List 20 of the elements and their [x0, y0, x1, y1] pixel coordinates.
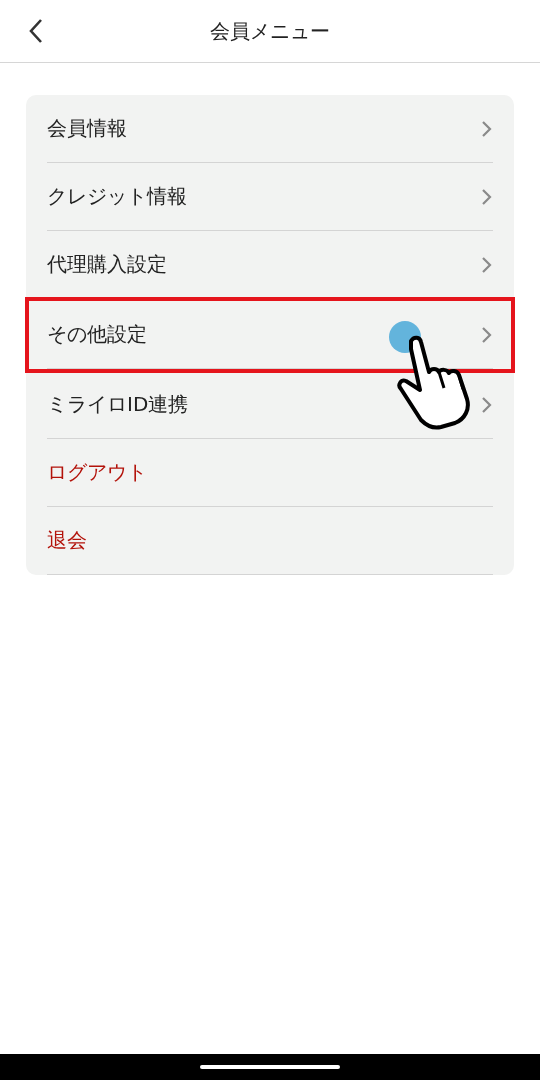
- chevron-right-icon: [481, 255, 493, 274]
- chevron-right-icon: [481, 119, 493, 138]
- menu-label: 会員情報: [47, 115, 127, 142]
- menu-label: ログアウト: [47, 459, 147, 486]
- menu-item[interactable]: クレジット情報: [47, 163, 493, 231]
- menu-label: ミライロID連携: [47, 391, 189, 418]
- chevron-right-icon: [481, 395, 493, 414]
- menu-item[interactable]: 会員情報: [47, 95, 493, 163]
- back-icon[interactable]: [28, 18, 44, 44]
- menu-label: その他設定: [47, 321, 147, 348]
- chevron-right-icon: [481, 325, 493, 344]
- page-title: 会員メニュー: [210, 17, 330, 45]
- menu-label: 代理購入設定: [47, 251, 167, 278]
- menu-label: 退会: [47, 527, 87, 554]
- menu-label: クレジット情報: [47, 183, 187, 210]
- menu-item[interactable]: 代理購入設定: [47, 231, 493, 299]
- menu-item[interactable]: ログアウト: [47, 439, 493, 507]
- menu-item[interactable]: 退会: [47, 507, 493, 575]
- menu-item[interactable]: ミライロID連携: [47, 371, 493, 439]
- chevron-right-icon: [481, 187, 493, 206]
